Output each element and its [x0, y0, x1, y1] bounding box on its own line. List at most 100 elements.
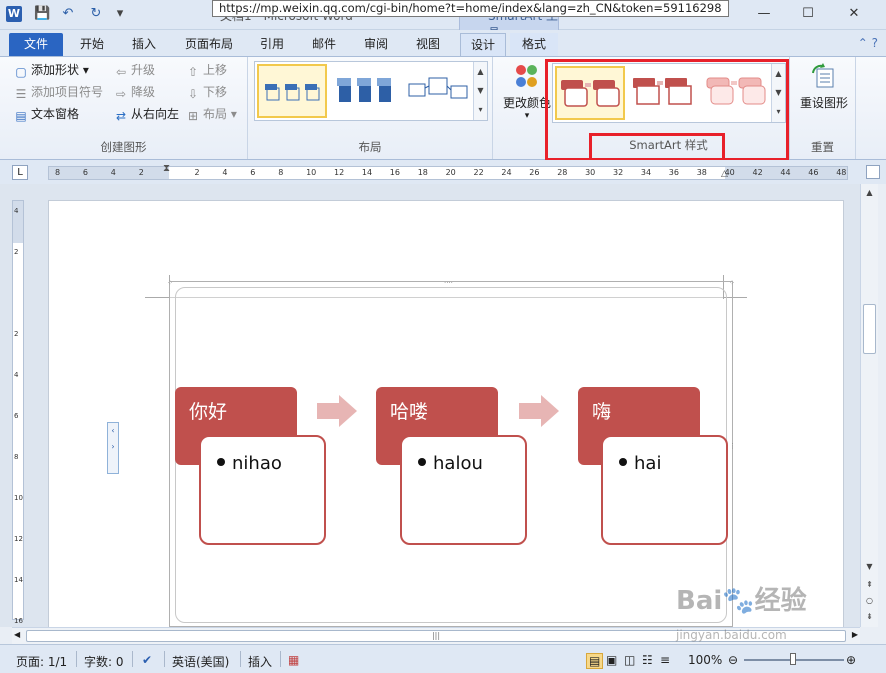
zoom-in-icon[interactable]: ⊕ [846, 653, 856, 667]
help-icon[interactable]: ? [872, 36, 878, 50]
close-icon[interactable]: ✕ [842, 4, 866, 24]
zoom-level[interactable]: 100% [688, 653, 722, 667]
ruler-number: 6 [14, 412, 19, 420]
ruler-number: 30 [585, 168, 596, 177]
vertical-scrollbar[interactable]: ▲ ▼ ⇞ ○ ⇟ [860, 184, 878, 627]
scroll-up-icon[interactable]: ▲ [863, 186, 876, 200]
scroll-left-icon[interactable]: ◀ [14, 630, 20, 639]
scroll-down-icon[interactable]: ▼ [863, 560, 876, 574]
layout-thumbnail-icon [408, 77, 468, 99]
horizontal-ruler[interactable]: 8 6 4 2 2 4 6 8 10 12 14 16 18 20 22 24 26 28 30 32 34 36 38 40… [48, 163, 848, 180]
undo-icon[interactable]: ↶ [60, 6, 76, 22]
tab-selector-icon[interactable]: L [12, 165, 28, 180]
view-ruler-icon[interactable] [866, 165, 880, 179]
tab-design[interactable]: 设计 [460, 33, 506, 56]
layout-label: 布局 [203, 107, 228, 121]
status-insert-mode[interactable]: 插入 [248, 653, 272, 670]
promote-icon: ⇦ [115, 65, 127, 79]
indent-marker-icon[interactable]: ⧗ [163, 163, 170, 174]
ribbon-collapse-icon[interactable]: ⌃ ? [858, 36, 878, 50]
layouts-gallery-scroll[interactable]: ▲ ▼ ▾ [473, 62, 487, 120]
add-bullet-button[interactable]: ☰ 添加项目符号 [14, 83, 103, 101]
layout-thumbnail-icon [337, 78, 391, 102]
right-to-left-label: 从右向左 [131, 107, 180, 121]
resize-handle-icon[interactable]: ⋮ [729, 442, 736, 450]
draft-icon[interactable]: ≡ [660, 653, 670, 667]
minimize-icon[interactable]: — [752, 4, 776, 24]
redo-icon[interactable]: ↻ [88, 6, 104, 22]
outline-icon[interactable]: ☷ [642, 653, 653, 667]
ruler-number: 42 [752, 168, 763, 177]
move-up-button[interactable]: ⇧ 上移 [186, 61, 227, 79]
tab-home[interactable]: 开始 [70, 33, 114, 56]
web-layout-icon[interactable]: ◫ [624, 653, 635, 667]
layout-icon: ⊞ [187, 109, 199, 123]
text-pane-button[interactable]: ▤ 文本窗格 [14, 105, 79, 123]
layouts-gallery[interactable]: ▲ ▼ ▾ [254, 61, 488, 121]
smartart-shape-body[interactable]: nihao [199, 435, 326, 545]
move-down-button[interactable]: ⇩ 下移 [186, 83, 227, 101]
layout-option-1[interactable] [257, 64, 327, 118]
group-reset: 重设图形 重置 [790, 57, 856, 159]
document-area: 4 2 2 4 6 8 10 12 14 16 ···· ⁘ ⁘ ⋮ 你好 nihao 哈喽 ha… [0, 184, 860, 627]
ruler-number: 2 [194, 168, 200, 177]
tab-insert[interactable]: 插入 [122, 33, 166, 56]
right-to-left-button[interactable]: ⇄ 从右向左 [114, 105, 179, 123]
add-shape-button[interactable]: ▢ 添加形状 ▾ [14, 61, 89, 79]
shape-title-text: 你好 [189, 401, 228, 423]
ruler-number: 6 [250, 168, 256, 177]
browse-object-icon[interactable]: ○ [863, 594, 876, 608]
word-logo-icon[interactable]: W [6, 6, 22, 22]
previous-page-icon[interactable]: ⇞ [863, 578, 876, 592]
add-shape-icon: ▢ [15, 65, 27, 79]
maximize-icon[interactable]: ☐ [796, 4, 820, 24]
ruler-number: 8 [278, 168, 284, 177]
ruler-number: 10 [14, 494, 23, 502]
tab-format[interactable]: 格式 [510, 33, 558, 56]
tab-references[interactable]: 引用 [250, 33, 294, 56]
reset-graphic-button[interactable]: 重设图形 [796, 63, 852, 111]
ruler-number: 32 [613, 168, 624, 177]
layout-option-3[interactable] [405, 64, 475, 118]
scroll-right-icon[interactable]: ▶ [852, 630, 858, 639]
tab-file[interactable]: 文件 [9, 33, 63, 56]
watermark-logo: Bai🐾经验 [676, 586, 807, 616]
shape-bullet-text: nihao [232, 453, 282, 474]
next-page-icon[interactable]: ⇟ [863, 610, 876, 624]
zoom-slider-knob[interactable] [790, 653, 796, 665]
full-screen-reading-icon[interactable]: ▣ [606, 653, 617, 667]
vertical-scroll-thumb[interactable] [863, 304, 876, 354]
text-pane-toggle[interactable]: ‹ › [107, 422, 119, 474]
group-change-colors: 更改颜色 ▾ [493, 57, 551, 159]
status-separator [240, 651, 241, 667]
tab-page-layout[interactable]: 页面布局 [176, 33, 242, 56]
tab-mailings[interactable]: 邮件 [302, 33, 346, 56]
resize-handle-icon[interactable]: ⁘ [167, 279, 173, 287]
ruler-number: 14 [361, 168, 373, 177]
promote-button[interactable]: ⇦ 升级 [114, 61, 155, 79]
save-icon[interactable]: 💾 [34, 6, 50, 22]
document-page[interactable]: ···· ⁘ ⁘ ⋮ 你好 nihao 哈喽 halou 嗨 hai [48, 200, 844, 627]
ruler-number: 12 [334, 168, 345, 177]
ruler-number: 36 [668, 168, 679, 177]
customize-toolbar-icon[interactable]: ▾ [112, 6, 128, 22]
reset-graphic-icon [812, 63, 834, 88]
status-word-count[interactable]: 字数: 0 [84, 653, 124, 670]
status-page[interactable]: 页面: 1/1 [16, 653, 67, 670]
zoom-out-icon[interactable]: ⊖ [728, 653, 738, 667]
right-indent-icon[interactable]: △ [721, 169, 728, 179]
proofing-icon[interactable]: ✔ [142, 653, 152, 667]
resize-handle-icon[interactable]: ⁘ [729, 279, 735, 287]
layout-option-2[interactable] [331, 64, 401, 118]
print-layout-icon[interactable]: ▤ [586, 653, 604, 669]
demote-button[interactable]: ⇨ 降级 [114, 83, 155, 101]
resize-handle-icon[interactable]: ···· [444, 279, 453, 287]
vertical-ruler[interactable]: 4 2 2 4 6 8 10 12 14 16 [12, 200, 24, 625]
layout-button[interactable]: ⊞ 布局 ▾ [186, 105, 237, 123]
tab-view[interactable]: 视图 [406, 33, 450, 56]
smartart-shape-body[interactable]: hai [601, 435, 728, 545]
macro-record-icon[interactable]: ▦ [288, 653, 299, 667]
tab-review[interactable]: 审阅 [354, 33, 398, 56]
status-language[interactable]: 英语(美国) [172, 653, 229, 670]
smartart-shape-body[interactable]: halou [400, 435, 527, 545]
